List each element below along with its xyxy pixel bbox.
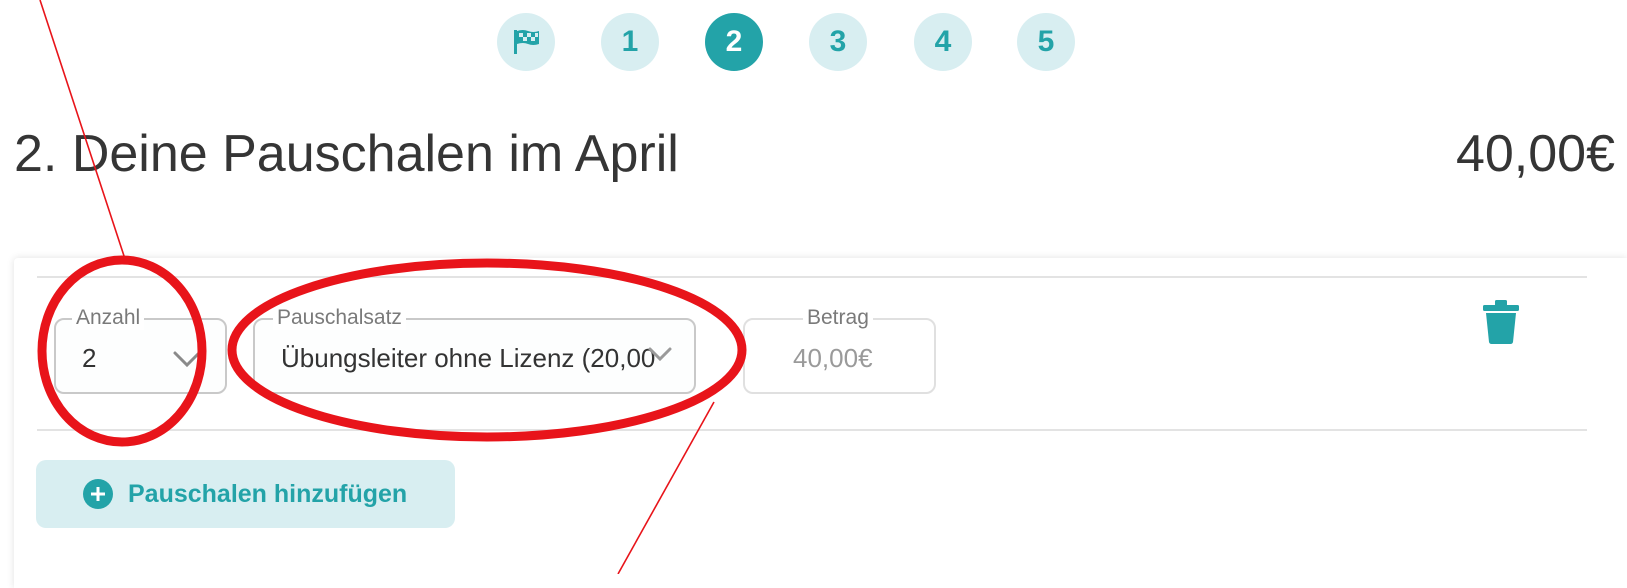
divider-top [37,276,1587,278]
step-3[interactable]: 3 [809,13,867,71]
anzahl-label: Anzahl [72,306,145,330]
step-5[interactable]: 5 [1017,13,1075,71]
betrag-value: 40,00€ [793,343,873,373]
divider-bottom [37,429,1587,431]
pauschalsatz-select[interactable]: Pauschalsatz Übungsleiter ohne Lizenz (2… [253,306,696,394]
betrag-field: Betrag 40,00€ [743,306,936,394]
betrag-label: Betrag [803,306,873,330]
anzahl-select[interactable]: Anzahl 2 [54,306,227,394]
flag-checkered-icon [514,30,539,54]
plus-circle-icon [83,479,113,509]
step-2[interactable]: 2 [705,13,763,71]
step-navigation: 1 2 3 4 5 [0,13,1627,71]
pauschalsatz-value: Übungsleiter ohne Lizenz (20,00 [281,343,656,373]
add-flat-rate-button[interactable]: Pauschalen hinzufügen [36,460,455,528]
step-start[interactable] [497,13,555,71]
trash-icon[interactable] [1482,300,1520,344]
add-flat-rate-label: Pauschalen hinzufügen [128,480,408,508]
page-title: 2. Deine Pauschalen im April [14,125,679,183]
step-1[interactable]: 1 [601,13,659,71]
pauschalsatz-label: Pauschalsatz [273,306,406,330]
chevron-down-icon [173,351,201,368]
chevron-down-icon [648,347,672,362]
step-4[interactable]: 4 [914,13,972,71]
total-amount: 40,00€ [1455,125,1615,183]
anzahl-value: 2 [82,343,97,373]
